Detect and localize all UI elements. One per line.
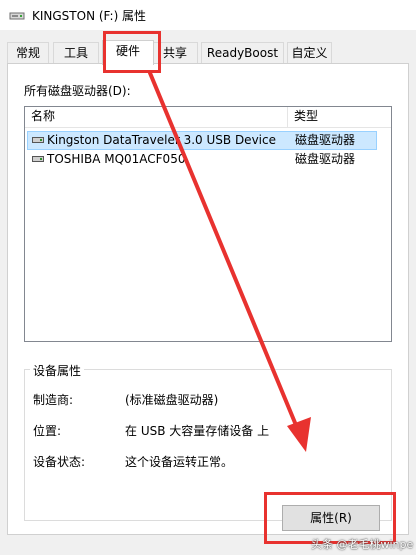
- watermark: 头条 @老毛桃winpe: [311, 538, 414, 551]
- location-value: 在 USB 大容量存储设备 上: [125, 424, 270, 438]
- location-label: 位置:: [33, 424, 62, 438]
- tab-general[interactable]: 常规: [7, 42, 49, 63]
- drive-name: TOSHIBA MQ01ACF050: [47, 152, 186, 166]
- drive-row-toshiba[interactable]: TOSHIBA MQ01ACF050 磁盘驱动器: [27, 150, 377, 169]
- tab-readyboost[interactable]: ReadyBoost: [201, 42, 284, 63]
- column-header-type[interactable]: 类型: [288, 107, 391, 127]
- title-bar: KINGSTON (F:) 属性: [0, 0, 416, 30]
- drive-type: 磁盘驱动器: [295, 152, 356, 166]
- manufacturer-value: (标准磁盘驱动器): [125, 393, 219, 407]
- tab-sharing[interactable]: 共享: [152, 42, 198, 63]
- tab-strip: 常规 工具 硬件 共享 ReadyBoost 自定义: [0, 40, 416, 65]
- device-properties-title: 设备属性: [30, 362, 85, 379]
- tab-hardware[interactable]: 硬件: [102, 40, 154, 65]
- tab-customize[interactable]: 自定义: [287, 42, 332, 63]
- drive-row-kingston[interactable]: Kingston DataTraveler 3.0 USB Device 磁盘驱…: [27, 131, 377, 150]
- column-header-name[interactable]: 名称: [25, 107, 287, 127]
- drive-icon: [9, 12, 25, 20]
- drive-name: Kingston DataTraveler 3.0 USB Device: [47, 133, 276, 147]
- disk-drive-list[interactable]: 名称 类型 Kingston DataTraveler 3.0 USB Devi…: [24, 106, 392, 342]
- device-status-value: 这个设备运转正常。: [125, 455, 234, 469]
- tab-tools[interactable]: 工具: [53, 42, 99, 63]
- disk-drive-icon: [32, 137, 44, 143]
- window-title: KINGSTON (F:) 属性: [32, 9, 147, 23]
- disk-drive-icon: [32, 156, 44, 162]
- list-header: 名称 类型: [25, 107, 391, 128]
- properties-button[interactable]: 属性(R): [282, 505, 380, 531]
- properties-window: KINGSTON (F:) 属性 常规 工具 硬件 共享 ReadyBoost …: [0, 0, 416, 555]
- device-status-label: 设备状态:: [33, 455, 86, 469]
- manufacturer-label: 制造商:: [33, 393, 74, 407]
- drive-type: 磁盘驱动器: [295, 133, 356, 147]
- all-disk-drives-label: 所有磁盘驱动器(D):: [24, 84, 131, 98]
